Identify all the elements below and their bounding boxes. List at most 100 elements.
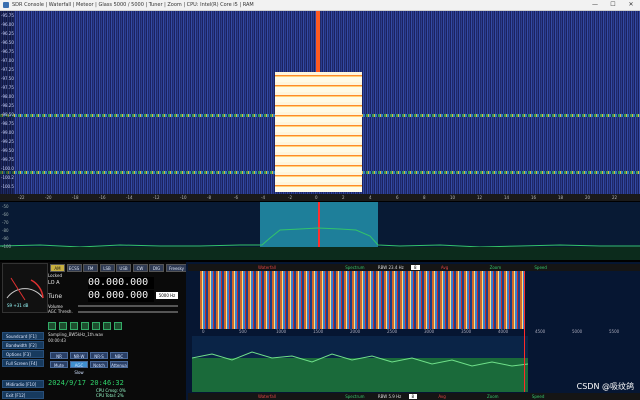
zoom-control[interactable]: Zoom	[487, 394, 499, 399]
dsp-button-attenua[interactable]: Attenua	[110, 361, 128, 368]
dsp-button-nr[interactable]: NR	[50, 352, 68, 359]
side-button-0[interactable]: Soundcard [F1]	[2, 332, 44, 340]
dsp-button-notch[interactable]: Notch	[90, 361, 108, 368]
volume-slider[interactable]	[78, 305, 178, 307]
next-button[interactable]	[103, 322, 111, 330]
mode-button-freesky[interactable]: Freesky	[165, 264, 188, 272]
eject-button[interactable]	[114, 322, 122, 330]
avg-control[interactable]: Avg	[438, 394, 445, 399]
zoom-waterfall[interactable]	[200, 271, 525, 329]
spectrum-toggle[interactable]: Spectrum	[345, 265, 364, 270]
bandwidth-field[interactable]: 5000 Hz	[156, 292, 178, 299]
record-button[interactable]	[48, 322, 56, 330]
frequency-tick: -6	[234, 195, 238, 200]
recording-filename: Sampling_BW5kHz_1th.wav	[48, 332, 104, 337]
dsp-button-nr-w[interactable]: NR-W	[70, 352, 88, 359]
mode-button-fm[interactable]: FM	[83, 264, 98, 272]
frequency-tick: -4	[261, 195, 265, 200]
mode-button-ecss[interactable]: ECSS	[66, 264, 82, 272]
side-button-4[interactable]: Midiradio [F10]	[2, 380, 44, 388]
mode-button-usb[interactable]: USB	[116, 264, 131, 272]
stop-button[interactable]	[81, 322, 89, 330]
frequency-tick: -14	[126, 195, 133, 200]
side-button-3[interactable]: Full Screen [F4]	[2, 359, 44, 367]
frequency-tick: -10	[180, 195, 187, 200]
locked-label: Locked	[48, 273, 62, 278]
loop-button[interactable]	[92, 322, 100, 330]
avg-control[interactable]: Avg	[441, 265, 448, 270]
s-meter: S9 +31 dB	[2, 263, 48, 313]
zoom-frequency-tick: 0	[202, 329, 205, 334]
frequency-tick: 6	[396, 195, 399, 200]
frequency-tick: -12	[153, 195, 160, 200]
zoom-toolbar-bottom: Waterfall Spectrum RBW 5.9 Hz 8 Avg Zoom…	[188, 393, 640, 400]
watermark: CSDN @吸纹鸽	[576, 382, 634, 391]
rbw-value[interactable]: 8	[411, 265, 420, 270]
mode-button-am[interactable]: AM	[50, 264, 65, 272]
zoom-frequency-tick: 2000	[350, 329, 361, 334]
recording-time: 00:00:43	[48, 338, 66, 343]
zoom-control[interactable]: Zoom	[490, 265, 502, 270]
lo-frequency-display[interactable]: 00.000.000	[88, 277, 154, 289]
zoom-frequency-tick: 5000	[572, 329, 583, 334]
main-waterfall[interactable]: -95.75 -96.00 -96.25 -96.50 -96.75 -97.00 -97.…	[0, 11, 640, 194]
dsp-button-mute[interactable]: Mute	[50, 361, 68, 368]
scale-label: -96.50	[1, 40, 14, 45]
side-button-5[interactable]: Exit [F12]	[2, 391, 44, 399]
dsp-button-nbc[interactable]: NBC	[110, 352, 128, 359]
speed-control[interactable]: Speed	[532, 394, 545, 399]
mode-button-dig[interactable]: DIG	[149, 264, 164, 272]
frequency-tick: 12	[477, 195, 483, 200]
db-label: -80	[2, 228, 9, 233]
zoom-frequency-tick: 2500	[387, 329, 398, 334]
frequency-tick: 2	[342, 195, 345, 200]
zoom-toolbar-top: Waterfall Spectrum RBW 23.4 Hz 8 Avg Zoo…	[188, 264, 640, 271]
rbw-value[interactable]: 8	[408, 394, 418, 399]
tune-frequency-display[interactable]: 00.000.000	[88, 290, 154, 302]
mode-button-cw[interactable]: CW	[132, 264, 148, 272]
dsp-button-agc-slow[interactable]: AGC Slow	[70, 361, 88, 375]
frequency-tick: 20	[585, 195, 591, 200]
frequency-tick: -22	[18, 195, 25, 200]
dsp-button-nr-s[interactable]: NR-S	[90, 352, 108, 359]
frequency-tick: -20	[45, 195, 52, 200]
frequency-tick: 18	[558, 195, 564, 200]
db-label: -60	[2, 212, 9, 217]
frequency-tick: 10	[450, 195, 456, 200]
scale-label: -99.25	[1, 139, 14, 144]
zoom-spectrum[interactable]	[192, 336, 528, 392]
db-label: -100	[2, 244, 12, 249]
scale-label: -95.75	[1, 13, 14, 18]
waterfall-toggle[interactable]: Waterfall	[258, 265, 276, 270]
minimize-button[interactable]: —	[586, 0, 604, 10]
scale-label: -99.50	[1, 148, 14, 153]
play-button[interactable]	[59, 322, 67, 330]
carrier-trace	[316, 11, 320, 73]
agc-threshold-label: AGC Thresh.	[48, 309, 73, 314]
frequency-tick: 14	[504, 195, 510, 200]
side-button-1[interactable]: Bandwidth [F2]	[2, 341, 44, 349]
zoom-cutoff-marker	[524, 271, 525, 392]
close-button[interactable]: ✕	[622, 0, 640, 10]
window-controls: — ☐ ✕	[586, 0, 640, 10]
speed-control[interactable]: Speed	[534, 265, 547, 270]
maximize-button[interactable]: ☐	[604, 0, 622, 10]
scale-label: -98.25	[1, 103, 14, 108]
frequency-tick: 0	[315, 195, 318, 200]
agc-threshold-slider[interactable]	[78, 311, 178, 313]
mode-button-lsb[interactable]: LSB	[99, 264, 115, 272]
scale-label: -96.25	[1, 31, 14, 36]
lo-label[interactable]: LO A	[48, 280, 60, 286]
window-title: SDR Console | Waterfall | Meteor | Glass…	[12, 2, 254, 8]
scale-label: -98.50	[1, 112, 14, 117]
spectrum-toggle[interactable]: Spectrum	[345, 394, 364, 399]
scale-label: -100.2	[1, 175, 14, 180]
zoom-frequency-axis: 0 500 1000 1500 2000 2500 3000 3500 4000 4500 5000…	[188, 329, 640, 334]
frequency-tick: -16	[99, 195, 106, 200]
app-icon	[3, 2, 9, 8]
main-spectrum[interactable]: -50 -60 -70 -80 -90 -100	[0, 202, 640, 260]
waterfall-toggle[interactable]: Waterfall	[258, 394, 276, 399]
side-button-2[interactable]: Options [F3]	[2, 350, 44, 358]
scale-label: -100.0	[1, 166, 14, 171]
pause-button[interactable]	[70, 322, 78, 330]
